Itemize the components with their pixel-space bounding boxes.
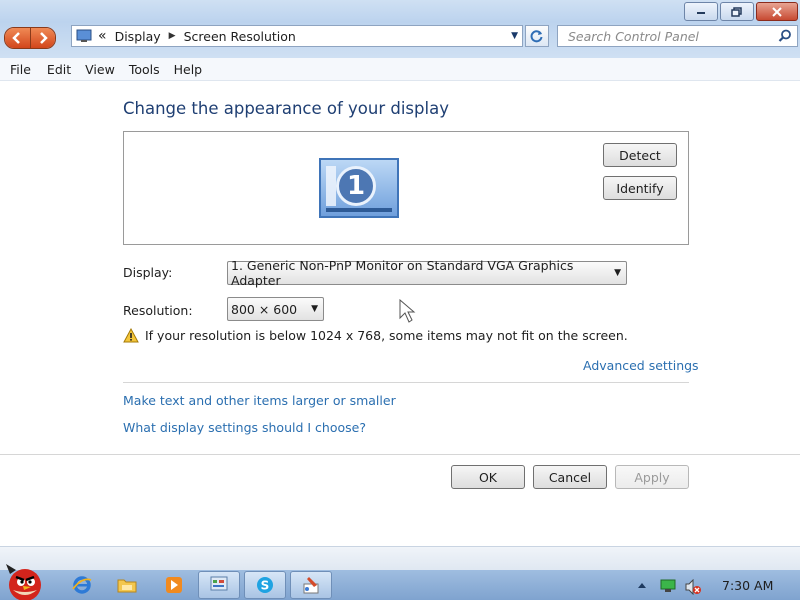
mouse-cursor-icon xyxy=(399,299,416,323)
navigation-bar: « Display ▶ Screen Resolution ▼ Search C… xyxy=(0,22,800,58)
close-icon xyxy=(772,6,782,17)
minimize-button[interactable] xyxy=(684,2,718,21)
forward-arrow-icon xyxy=(39,32,48,44)
breadcrumb-screen-resolution[interactable]: Screen Resolution xyxy=(184,29,296,44)
search-input[interactable]: Search Control Panel xyxy=(557,25,798,47)
address-dropdown-icon[interactable]: ▼ xyxy=(511,31,518,41)
media-player-icon[interactable] xyxy=(162,573,186,597)
menu-view[interactable]: View xyxy=(85,62,115,77)
refresh-icon xyxy=(530,30,543,43)
apply-button[interactable]: Apply xyxy=(615,465,689,489)
svg-text:S: S xyxy=(261,579,270,593)
paint-taskbar-button[interactable] xyxy=(290,571,332,599)
back-arrow-icon xyxy=(12,32,21,44)
refresh-button[interactable] xyxy=(525,25,549,47)
cancel-button[interactable]: Cancel xyxy=(533,465,607,489)
menu-edit[interactable]: Edit xyxy=(47,62,71,77)
menu-tools[interactable]: Tools xyxy=(129,62,160,77)
warning-icon xyxy=(123,328,139,343)
display-select[interactable]: 1. Generic Non-PnP Monitor on Standard V… xyxy=(227,258,627,288)
minimize-icon xyxy=(697,11,705,14)
warning-text: If your resolution is below 1024 x 768, … xyxy=(145,328,628,343)
network-icon[interactable] xyxy=(660,579,676,593)
menu-help[interactable]: Help xyxy=(174,62,203,77)
identify-button[interactable]: Identify xyxy=(603,176,677,200)
search-icon[interactable] xyxy=(778,29,792,43)
forward-button[interactable] xyxy=(29,28,55,48)
display-select-value: 1. Generic Non-PnP Monitor on Standard V… xyxy=(231,258,574,288)
monitor-arrangement-panel: 1 Detect Identify xyxy=(123,131,689,245)
back-button[interactable] xyxy=(5,28,30,48)
folder-icon[interactable] xyxy=(115,573,139,597)
close-button[interactable] xyxy=(756,2,798,21)
resolution-select[interactable]: 800 × 600 ▼ xyxy=(227,297,324,321)
window-controls xyxy=(684,2,798,21)
divider xyxy=(0,454,800,455)
title-bar xyxy=(0,0,800,22)
dropdown-arrow-icon: ▼ xyxy=(614,268,621,278)
display-help-link[interactable]: What display settings should I choose? xyxy=(123,420,366,435)
volume-muted-icon[interactable] xyxy=(684,579,702,595)
control-panel-taskbar-button[interactable] xyxy=(198,571,240,599)
breadcrumb-overflow[interactable]: « xyxy=(98,28,107,44)
monitor-1-tile[interactable]: 1 xyxy=(319,158,399,218)
divider xyxy=(123,382,689,383)
ok-button[interactable]: OK xyxy=(451,465,525,489)
advanced-settings-link[interactable]: Advanced settings xyxy=(583,358,699,373)
internet-explorer-icon[interactable] xyxy=(70,573,94,597)
detect-button[interactable]: Detect xyxy=(603,143,677,167)
text-size-link[interactable]: Make text and other items larger or smal… xyxy=(123,393,396,408)
resolution-warning: If your resolution is below 1024 x 768, … xyxy=(123,328,628,343)
resolution-label: Resolution: xyxy=(123,303,193,318)
taskbar-clock[interactable]: 7:30 AM xyxy=(722,578,773,593)
monitor-number-badge: 1 xyxy=(336,166,376,206)
angry-birds-icon[interactable] xyxy=(4,560,46,600)
breadcrumb-display[interactable]: Display xyxy=(115,29,161,44)
display-label: Display: xyxy=(123,265,173,280)
search-placeholder: Search Control Panel xyxy=(568,28,699,44)
page-title: Change the appearance of your display xyxy=(123,99,449,118)
address-bar[interactable]: « Display ▶ Screen Resolution ▼ xyxy=(71,25,523,47)
breadcrumb-separator-icon[interactable]: ▶ xyxy=(169,31,176,41)
restore-icon xyxy=(731,6,742,17)
nav-buttons xyxy=(4,27,56,49)
menu-file[interactable]: File xyxy=(10,62,31,77)
skype-taskbar-button[interactable]: S xyxy=(244,571,286,599)
menu-bar: File Edit View Tools Help xyxy=(0,58,800,81)
control-panel-icon xyxy=(210,576,228,591)
skype-icon: S xyxy=(257,577,273,593)
status-band xyxy=(0,546,800,571)
restore-button[interactable] xyxy=(720,2,754,21)
resolution-select-value: 800 × 600 xyxy=(231,301,298,317)
show-hidden-icons-icon[interactable] xyxy=(637,581,647,589)
paint-icon xyxy=(303,577,319,594)
dropdown-arrow-icon: ▼ xyxy=(311,304,318,314)
display-icon xyxy=(76,29,92,42)
